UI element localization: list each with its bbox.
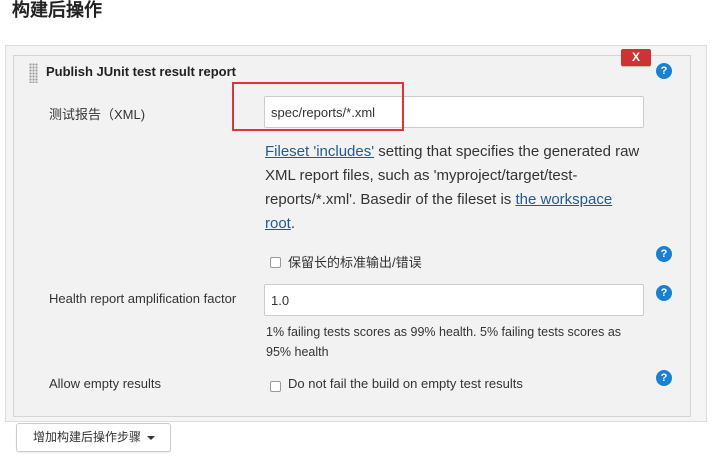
keep-long-stdio-checkbox[interactable]	[270, 257, 281, 268]
test-report-xml-help: Fileset 'includes' setting that specifie…	[265, 140, 645, 236]
caret-down-icon	[147, 435, 156, 440]
help-icon[interactable]: ?	[656, 285, 672, 301]
health-factor-help: 1% failing tests scores as 99% health. 5…	[266, 325, 622, 359]
allow-empty-label: Allow empty results	[49, 376, 161, 391]
health-factor-label: Health report amplification factor	[49, 291, 237, 306]
help-icon[interactable]: ?	[656, 370, 672, 386]
delete-publisher-button[interactable]: X	[621, 49, 651, 66]
add-post-build-step-button[interactable]: 增加构建后操作步骤	[16, 423, 171, 452]
allow-empty-checkbox[interactable]	[270, 381, 281, 392]
publisher-title: Publish JUnit test result report	[46, 64, 236, 79]
help-icon[interactable]: ?	[656, 63, 672, 79]
section-title: 构建后操作	[12, 0, 102, 20]
allow-empty-checkbox-label: Do not fail the build on empty test resu…	[288, 376, 523, 391]
test-report-xml-label: 测试报告（XML)	[49, 107, 146, 122]
help-text-part2: .	[290, 215, 296, 232]
fileset-includes-link[interactable]: Fileset 'includes'	[265, 143, 374, 160]
test-report-xml-input[interactable]	[264, 96, 644, 128]
drag-handle-icon[interactable]	[29, 63, 38, 83]
add-step-label: 增加构建后操作步骤	[33, 430, 142, 444]
health-factor-input[interactable]	[264, 284, 644, 316]
help-icon[interactable]: ?	[656, 246, 672, 262]
keep-long-stdio-label: 保留长的标准输出/错误	[288, 255, 422, 270]
